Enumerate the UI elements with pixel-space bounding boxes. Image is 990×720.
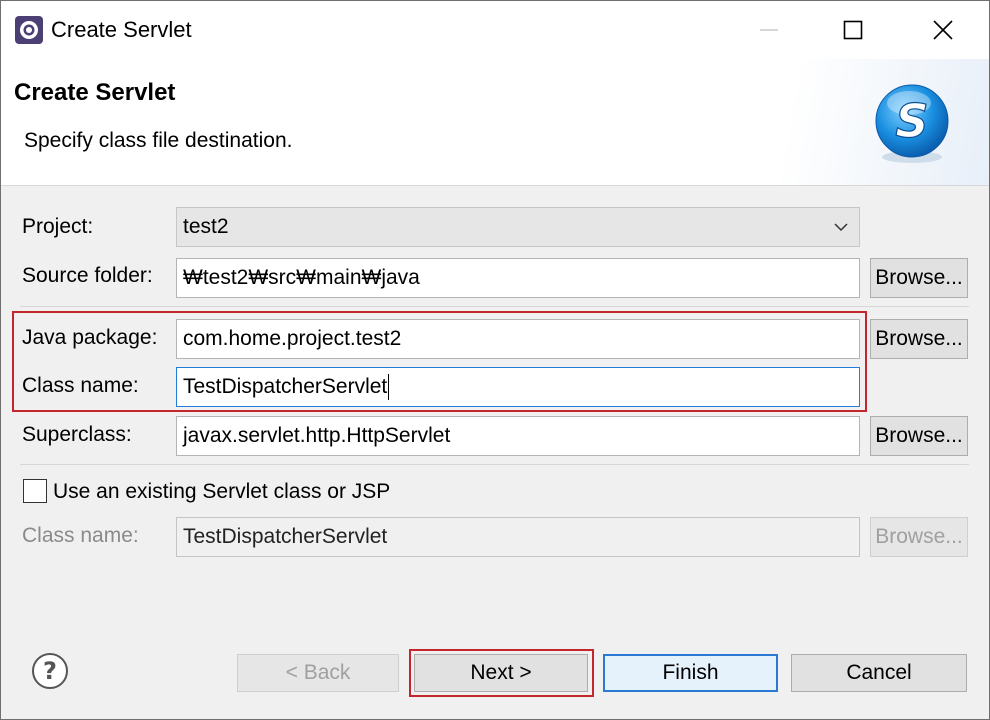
minimize-button[interactable] <box>739 9 799 51</box>
superclass-browse-button[interactable]: Browse... <box>870 416 968 456</box>
source-folder-label: Source folder: <box>22 264 153 287</box>
highlight-box-next <box>409 649 594 697</box>
use-existing-label[interactable]: Use an existing Servlet class or JSP <box>53 480 390 504</box>
project-label: Project: <box>22 215 94 238</box>
wizard-title: Create Servlet <box>14 79 176 106</box>
separator <box>20 464 969 465</box>
cancel-button[interactable]: Cancel <box>791 654 967 692</box>
existing-class-browse-button: Browse... <box>870 517 968 557</box>
chevron-down-icon <box>833 208 849 246</box>
wizard-message: Specify class file destination. <box>24 129 293 152</box>
close-button[interactable] <box>913 9 973 51</box>
highlight-box-package-class <box>12 311 867 412</box>
title-bar: Create Servlet <box>1 1 989 59</box>
maximize-icon <box>843 20 863 40</box>
separator <box>20 306 969 307</box>
maximize-button[interactable] <box>823 9 883 51</box>
source-folder-browse-button[interactable]: Browse... <box>870 258 968 298</box>
superclass-label: Superclass: <box>22 423 132 446</box>
help-icon[interactable]: ? <box>30 651 70 691</box>
wizard-banner: Create Servlet Specify class file destin… <box>1 59 989 186</box>
window-title: Create Servlet <box>51 17 192 42</box>
minimize-icon <box>760 29 778 31</box>
existing-class-name-label: Class name: <box>22 524 139 547</box>
project-value: test2 <box>183 215 229 238</box>
close-icon <box>933 20 953 40</box>
java-package-browse-button[interactable]: Browse... <box>870 319 968 359</box>
project-combo[interactable]: test2 <box>176 207 860 247</box>
superclass-field[interactable]: javax.servlet.http.HttpServlet <box>176 416 860 456</box>
finish-button[interactable]: Finish <box>603 654 778 692</box>
servlet-logo-icon: S <box>875 84 949 163</box>
app-icon <box>15 16 43 44</box>
dialog-window: Create Servlet Create Servlet Specify cl… <box>0 0 990 720</box>
svg-text:?: ? <box>43 657 57 685</box>
logo-letter: S <box>895 94 928 148</box>
source-folder-field[interactable]: ₩test2₩src₩main₩java <box>176 258 860 298</box>
use-existing-checkbox[interactable] <box>23 479 47 503</box>
back-button: < Back <box>237 654 399 692</box>
existing-class-name-field: TestDispatcherServlet <box>176 517 860 557</box>
